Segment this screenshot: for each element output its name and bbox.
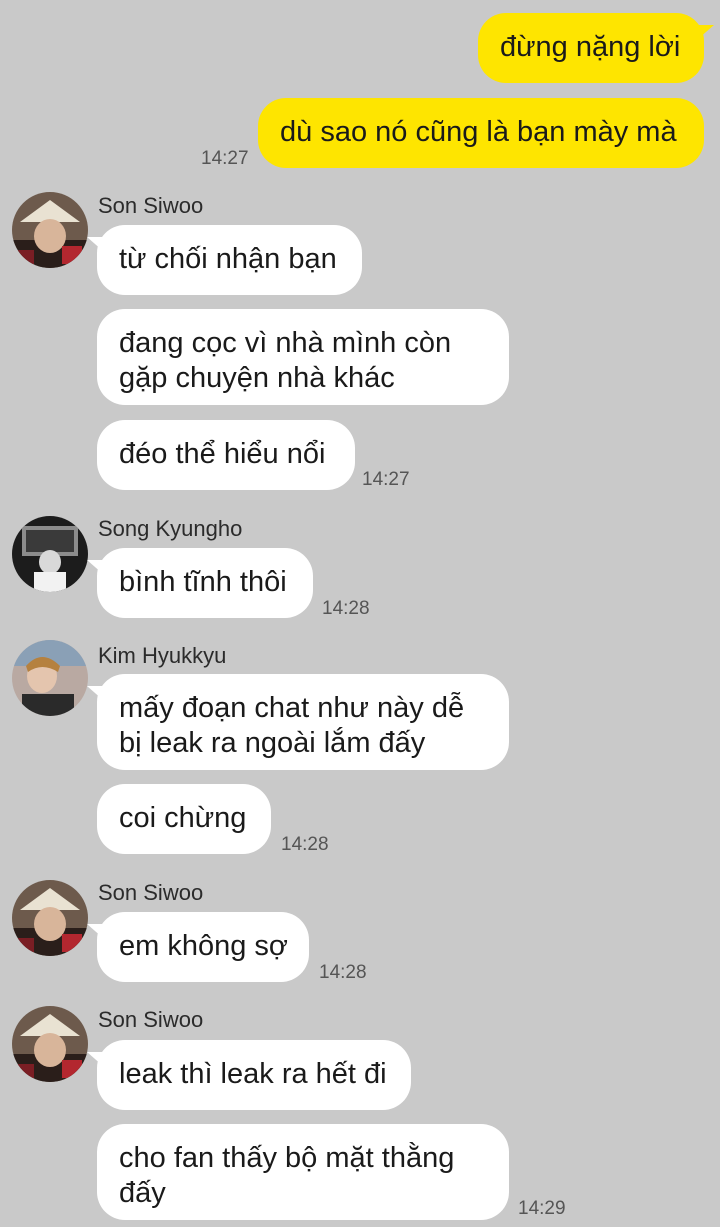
avatar-son-siwoo[interactable]	[12, 1006, 88, 1082]
message-timestamp: 14:27	[362, 469, 410, 490]
avatar-kim-hyukkyu[interactable]	[12, 640, 88, 716]
message-bubble[interactable]: coi chừng	[97, 784, 271, 854]
sender-name: Song Kyungho	[98, 516, 243, 541]
message-bubble[interactable]: em không sợ	[87, 912, 309, 982]
message-bubble[interactable]: bình tĩnh thôi	[87, 548, 313, 618]
profile-photo-icon	[12, 640, 88, 716]
message-bubble[interactable]: leak thì leak ra hết đi	[87, 1040, 411, 1110]
sender-name: Son Siwoo	[98, 193, 204, 218]
message-bubble[interactable]: từ chối nhận bạn	[87, 225, 362, 295]
avatar-son-siwoo[interactable]	[12, 880, 88, 956]
message-timestamp: 14:28	[281, 834, 329, 855]
profile-photo-icon	[12, 880, 88, 956]
message-bubble[interactable]: cho fan thấy bộ mặt thằng đấy	[97, 1124, 509, 1220]
message-bubble[interactable]: mấy đoạn chat như này dễ bị leak ra ngoà…	[87, 674, 509, 770]
message-timestamp: 14:29	[518, 1198, 566, 1219]
message-timestamp: 14:27	[201, 148, 249, 169]
message-timestamp: 14:28	[322, 598, 370, 619]
my-message-bubble[interactable]: dù sao nó cũng là bạn mày mà	[258, 98, 704, 168]
profile-photo-icon	[12, 1006, 88, 1082]
profile-photo-icon	[12, 192, 88, 268]
chat-thread: đừng nặng lời 14:27 dù sao nó cũng là bạ…	[0, 0, 720, 1227]
sender-name: Kim Hyukkyu	[98, 643, 227, 668]
sender-name: Son Siwoo	[98, 1007, 204, 1032]
sender-name: Son Siwoo	[98, 880, 204, 905]
my-message-bubble[interactable]: đừng nặng lời	[478, 13, 714, 83]
avatar-song-kyungho[interactable]	[12, 516, 88, 592]
avatar-son-siwoo[interactable]	[12, 192, 88, 268]
message-bubble[interactable]: đang cọc vì nhà mình còn gặp chuyện nhà …	[97, 309, 509, 405]
message-bubble[interactable]: đéo thể hiểu nổi	[97, 420, 355, 490]
message-timestamp: 14:28	[319, 962, 367, 983]
profile-photo-icon	[12, 516, 88, 592]
